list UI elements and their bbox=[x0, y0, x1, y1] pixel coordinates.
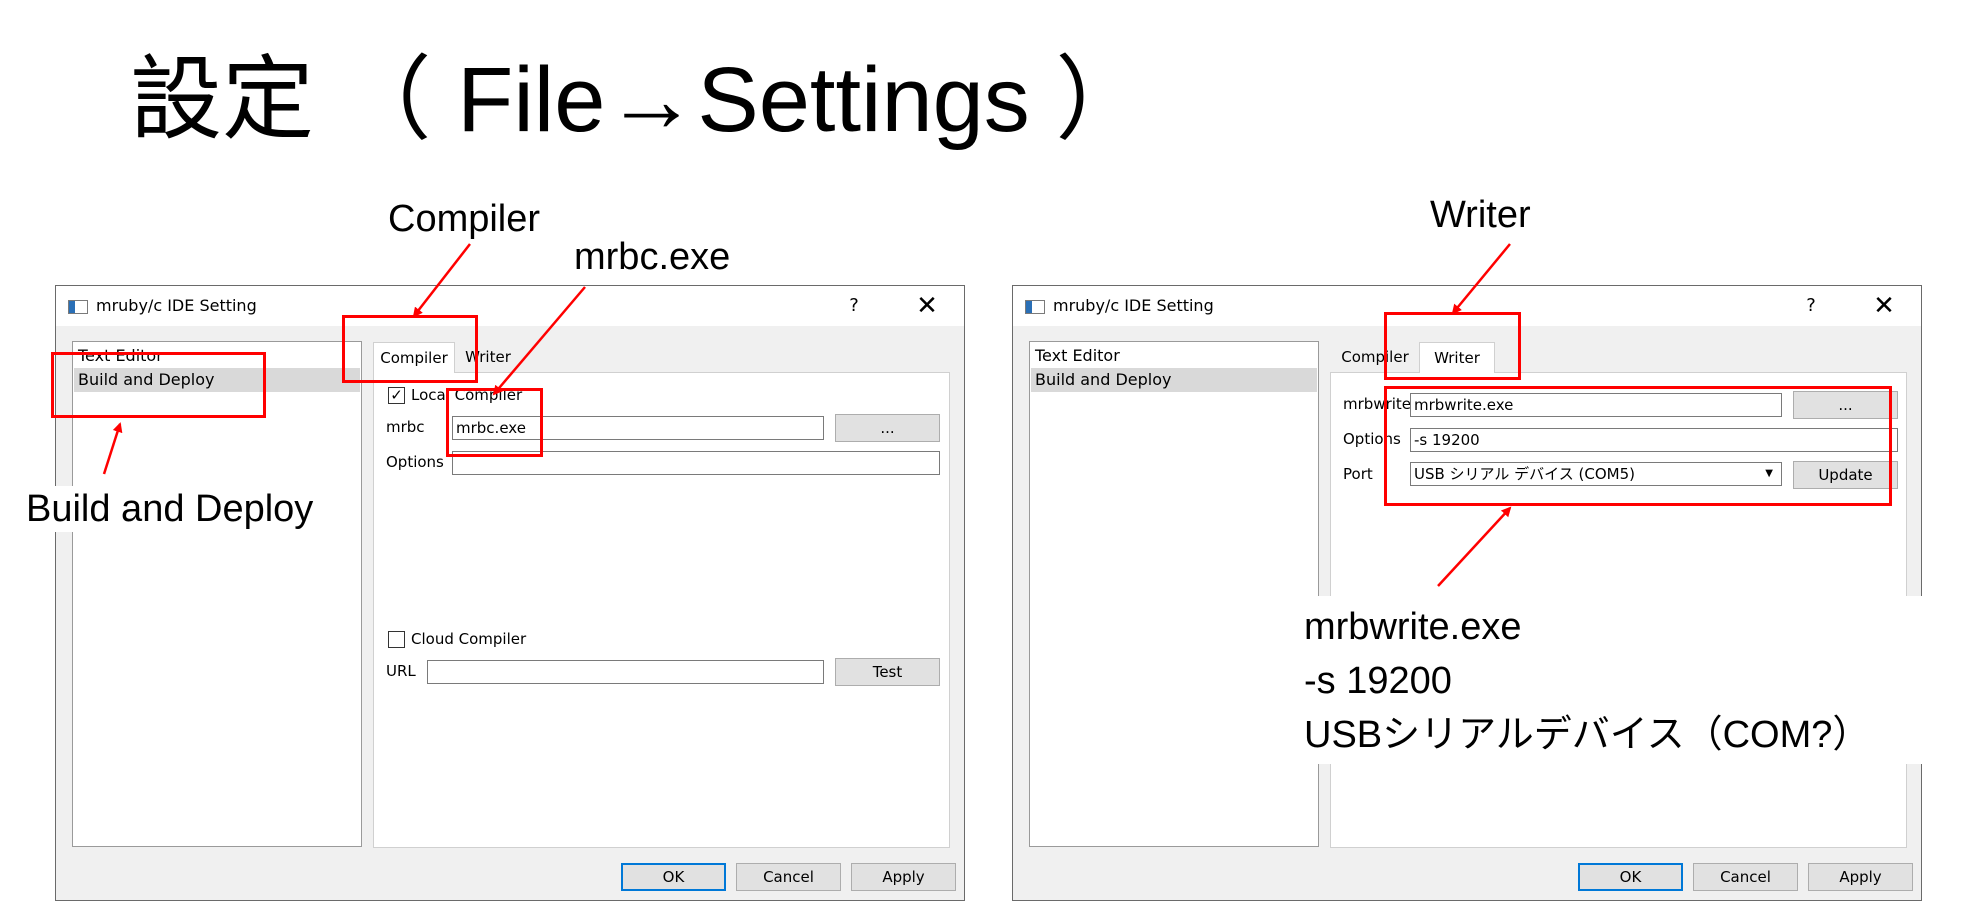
mrbc-browse-button[interactable]: ... bbox=[835, 414, 940, 442]
highlight-mrbc-field bbox=[446, 388, 543, 457]
callout-line-options: -s 19200 bbox=[1304, 660, 1452, 702]
cloud-compiler-label: Cloud Compiler bbox=[411, 630, 527, 648]
help-button[interactable]: ? bbox=[842, 292, 866, 320]
window-title: mruby/c IDE Setting bbox=[96, 296, 257, 315]
app-window-icon bbox=[68, 300, 88, 314]
apply-button[interactable]: Apply bbox=[1808, 863, 1913, 891]
nav-item-text-editor[interactable]: Text Editor bbox=[1031, 344, 1317, 368]
test-button[interactable]: Test bbox=[835, 658, 940, 686]
callout-compiler: Compiler bbox=[388, 198, 541, 240]
callout-build-and-deploy: Build and Deploy bbox=[20, 486, 320, 532]
app-window-icon bbox=[1025, 300, 1045, 314]
port-label: Port bbox=[1343, 465, 1373, 483]
callout-mrbc-exe: mrbc.exe bbox=[568, 234, 737, 280]
cancel-button[interactable]: Cancel bbox=[736, 863, 841, 891]
mrbc-label: mrbc bbox=[386, 418, 425, 436]
ok-button[interactable]: OK bbox=[1578, 863, 1683, 891]
callout-writer-values: mrbwrite.exe -s 19200 USBシリアルデバイス（COM?） bbox=[1290, 596, 1967, 764]
window-title: mruby/c IDE Setting bbox=[1053, 296, 1214, 315]
highlight-writer-tab bbox=[1384, 312, 1521, 380]
url-label: URL bbox=[386, 662, 416, 680]
slide-title: 設定 （ File→Settings ） bbox=[130, 49, 1148, 151]
help-button[interactable]: ? bbox=[1799, 292, 1823, 320]
cloud-compiler-checkbox[interactable] bbox=[388, 631, 405, 648]
options-label: Options bbox=[386, 453, 444, 471]
callout-line-mrbwrite: mrbwrite.exe bbox=[1304, 606, 1522, 648]
settings-category-list: Text Editor Build and Deploy bbox=[1029, 341, 1319, 847]
local-compiler-checkbox[interactable]: ✓ bbox=[388, 387, 405, 404]
ok-button[interactable]: OK bbox=[621, 863, 726, 891]
nav-item-build-and-deploy[interactable]: Build and Deploy bbox=[1031, 368, 1317, 392]
cancel-button[interactable]: Cancel bbox=[1693, 863, 1798, 891]
close-button[interactable]: ✕ bbox=[912, 292, 942, 320]
cloud-url-field[interactable] bbox=[427, 660, 824, 684]
highlight-compiler-tab bbox=[342, 315, 478, 383]
highlight-writer-fields bbox=[1384, 386, 1892, 506]
close-button[interactable]: ✕ bbox=[1869, 292, 1899, 320]
highlight-build-and-deploy bbox=[51, 352, 266, 418]
callout-writer: Writer bbox=[1430, 194, 1531, 236]
apply-button[interactable]: Apply bbox=[851, 863, 956, 891]
callout-line-port: USBシリアルデバイス（COM?） bbox=[1304, 714, 1871, 756]
title-bar: mruby/c IDE Setting ? ✕ bbox=[56, 286, 964, 326]
